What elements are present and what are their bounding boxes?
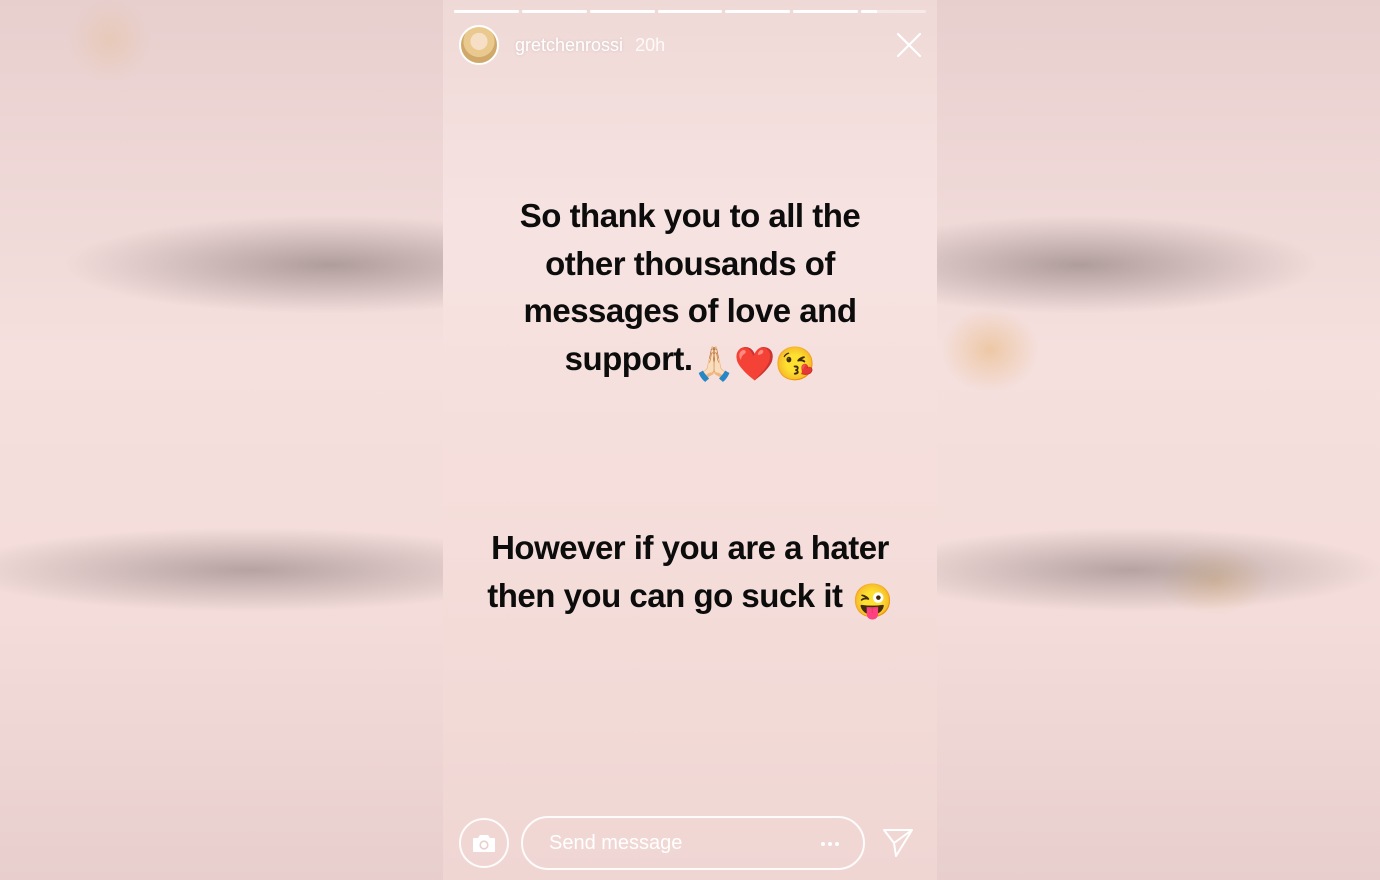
text-line: support.🙏🏻❤️😘 (443, 335, 937, 388)
story-footer: Send message (443, 816, 937, 870)
text-line-support: support. (564, 339, 693, 377)
progress-segment-fill (589, 10, 655, 13)
progress-segment-fill (454, 10, 519, 13)
progress-segment (454, 10, 519, 13)
progress-segment-fill (793, 10, 859, 13)
story-progress-bar (454, 10, 927, 13)
progress-segment (589, 10, 655, 13)
camera-button[interactable] (459, 818, 509, 868)
progress-segment (793, 10, 859, 13)
text-line-suck-it: then you can go suck it (487, 576, 843, 614)
story-viewer[interactable]: gretchenrossi 20h So thank you to all th… (443, 0, 937, 880)
progress-segment-fill (521, 10, 587, 13)
story-text-haters: However if you are a hater then you can … (443, 524, 937, 624)
progress-segment (861, 10, 927, 13)
send-message-placeholder: Send message (549, 831, 683, 854)
more-dots-icon[interactable] (821, 842, 839, 846)
text-line: then you can go suck it 😜 (443, 572, 937, 625)
camera-icon (473, 835, 495, 852)
story-header: gretchenrossi 20h (459, 24, 665, 66)
progress-segment (521, 10, 587, 13)
send-message-input[interactable]: Send message (521, 816, 865, 870)
progress-segment-fill (657, 10, 723, 13)
winking-tongue-emoji: 😜 (852, 581, 893, 619)
post-time: 20h (635, 34, 666, 55)
progress-segment-fill (861, 10, 878, 13)
progress-segment (657, 10, 723, 13)
progress-segment-fill (725, 10, 791, 13)
close-icon[interactable] (895, 31, 923, 59)
story-text-thanks: So thank you to all the other thousands … (443, 192, 937, 387)
paper-plane-icon[interactable] (881, 826, 915, 860)
username[interactable]: gretchenrossi (515, 35, 623, 56)
pray-heart-kiss-emoji: 🙏🏻❤️😘 (693, 344, 816, 382)
text-line: messages of love and (523, 292, 857, 329)
text-line: So thank you to all the (519, 197, 861, 234)
progress-segment (725, 10, 791, 13)
text-line: However if you are a hater (491, 529, 889, 566)
avatar[interactable] (459, 25, 499, 65)
text-line: other thousands of (545, 244, 835, 282)
